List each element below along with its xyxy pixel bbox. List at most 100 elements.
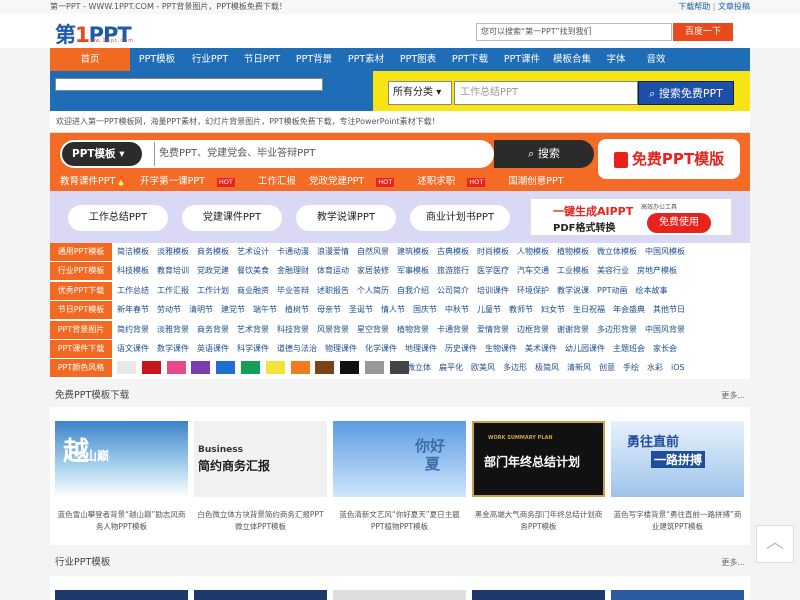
ai-ppt-promo[interactable]: 一键生成AIPPT PDF格式转换 高效办公工具 免费使用: [530, 198, 732, 236]
tag-link[interactable]: 科技模板: [117, 266, 149, 275]
tag-link[interactable]: 教育培训: [157, 266, 189, 275]
tag-link[interactable]: 环境保护: [517, 286, 549, 295]
baidu-search-button[interactable]: 百度一下: [673, 23, 733, 41]
hot-tag[interactable]: 开学第一课PPT HOT: [140, 176, 245, 187]
nav-item[interactable]: PPT下载: [444, 48, 496, 71]
more-link[interactable]: 更多...: [721, 387, 745, 405]
tag-link[interactable]: 植树节: [285, 305, 309, 314]
tag-link[interactable]: 古典模板: [437, 247, 469, 256]
template-thumbnail[interactable]: [472, 590, 605, 600]
tag-link[interactable]: 医学医疗: [477, 266, 509, 275]
tag-link[interactable]: 植物背景: [397, 325, 429, 334]
tag-row-label[interactable]: 通用PPT模板: [50, 243, 112, 261]
download-help-link[interactable]: 下载帮助: [678, 2, 710, 11]
tag-link[interactable]: 个人简历: [357, 286, 389, 295]
tag-link[interactable]: 美术课件: [525, 344, 557, 353]
hot-tag[interactable]: 教育课件PPT🔥: [60, 176, 127, 187]
banner-search-button[interactable]: ⌕ 搜索: [494, 140, 594, 168]
tag-link[interactable]: 数学课件: [157, 344, 189, 353]
tag-row-label[interactable]: PPT背景图片: [50, 320, 112, 339]
color-swatch[interactable]: [141, 361, 161, 375]
tag-link[interactable]: 家长会: [653, 344, 677, 353]
tag-link[interactable]: 工作汇报: [157, 286, 189, 295]
tag-link[interactable]: 星空背景: [357, 325, 389, 334]
keyword-input[interactable]: 工作总结PPT: [454, 81, 638, 105]
tag-link[interactable]: 浪漫爱情: [317, 247, 349, 256]
nav-item[interactable]: PPT图表: [392, 48, 444, 71]
category-button[interactable]: 工作总结PPT: [68, 205, 168, 231]
tag-link[interactable]: 卡通动漫: [277, 247, 309, 256]
tag-link[interactable]: 谢谢背景: [557, 325, 589, 334]
hot-tag[interactable]: 党政党建PPT HOT: [309, 176, 404, 187]
tag-row-label[interactable]: 优秀PPT下载: [50, 281, 112, 300]
tag-link[interactable]: 极简风: [535, 363, 559, 372]
tag-link[interactable]: 爱情背景: [477, 325, 509, 334]
quick-search-input[interactable]: [55, 78, 323, 91]
template-thumbnail[interactable]: [55, 590, 188, 600]
tag-link[interactable]: 建党节: [221, 305, 245, 314]
hot-tag[interactable]: 工作汇报: [258, 176, 296, 187]
tag-link[interactable]: 语文课件: [117, 344, 149, 353]
banner-type-select[interactable]: PPT模板 ▾: [62, 142, 142, 166]
tag-link[interactable]: 商务背景: [197, 325, 229, 334]
tag-link[interactable]: 中国风模板: [645, 247, 685, 256]
tag-link[interactable]: 科技背景: [277, 325, 309, 334]
color-swatch[interactable]: [166, 361, 186, 375]
back-to-top-button[interactable]: ︿: [756, 525, 794, 563]
tag-link[interactable]: 清明节: [189, 305, 213, 314]
tag-link[interactable]: 生物课件: [485, 344, 517, 353]
more-link[interactable]: 更多...: [721, 554, 745, 572]
free-use-button[interactable]: 免费使用: [647, 213, 711, 233]
tag-link[interactable]: 端午节: [253, 305, 277, 314]
tag-link[interactable]: 植物模板: [557, 247, 589, 256]
template-thumbnail[interactable]: [333, 590, 466, 600]
tag-link[interactable]: 人物模板: [517, 247, 549, 256]
color-swatch[interactable]: [117, 361, 136, 375]
color-swatch[interactable]: [340, 361, 360, 375]
color-swatch[interactable]: [290, 361, 310, 375]
nav-item[interactable]: PPT课件: [496, 48, 548, 71]
color-swatch[interactable]: [216, 361, 236, 375]
template-thumbnail[interactable]: [194, 590, 327, 600]
hot-tag[interactable]: 述职求职 HOT: [417, 176, 495, 187]
tag-link[interactable]: 艺术设计: [237, 247, 269, 256]
tag-link[interactable]: 儿童节: [477, 305, 501, 314]
tag-link[interactable]: 微立体模板: [597, 247, 637, 256]
tag-link[interactable]: 道德与法治: [277, 344, 317, 353]
tag-link[interactable]: 水彩: [647, 363, 663, 372]
tag-link[interactable]: 生日祝福: [573, 305, 605, 314]
tag-link[interactable]: 工作总结: [117, 286, 149, 295]
tag-link[interactable]: 党政党建: [197, 266, 229, 275]
tag-link[interactable]: 风景背景: [317, 325, 349, 334]
tag-link[interactable]: 欧美风: [471, 363, 495, 372]
tag-link[interactable]: 母亲节: [317, 305, 341, 314]
tag-link[interactable]: 清新风: [567, 363, 591, 372]
tag-link[interactable]: 卡通背景: [437, 325, 469, 334]
tag-link[interactable]: 淡雅背景: [157, 325, 189, 334]
site-logo[interactable]: 第1PPT www.1ppt.com: [55, 19, 157, 47]
free-search-button[interactable]: ⌕ 搜索免费PPT: [638, 81, 734, 105]
color-swatch[interactable]: [265, 361, 285, 375]
tag-link[interactable]: 汽车交通: [517, 266, 549, 275]
nav-item-home[interactable]: 首页: [50, 48, 130, 71]
tag-link[interactable]: 创意: [599, 363, 615, 372]
nav-item[interactable]: 音效: [636, 48, 676, 71]
hot-tag[interactable]: 国潮创意PPT: [508, 176, 563, 187]
tag-link[interactable]: 化学课件: [365, 344, 397, 353]
submit-article-link[interactable]: 文章投稿: [718, 2, 750, 11]
nav-item[interactable]: 字体: [596, 48, 636, 71]
tag-link[interactable]: 中秋节: [445, 305, 469, 314]
free-ppt-button[interactable]: 免费PPT模版: [598, 139, 740, 179]
tag-link[interactable]: 中国风背景: [645, 325, 685, 334]
tag-link[interactable]: 淡雅模板: [157, 247, 189, 256]
nav-item[interactable]: 节日PPT: [236, 48, 288, 71]
template-card[interactable]: WORK SUMMARY PLAN 部门年终总结计划 黑金高端大气商务部门年终总…: [472, 421, 605, 539]
tag-link[interactable]: 自我介绍: [397, 286, 429, 295]
tag-link[interactable]: 地理课件: [405, 344, 437, 353]
template-card[interactable]: 越 山巅 蓝色雪山攀登者背景“越山巅”励志风商务人物PPT模板: [55, 421, 188, 539]
tag-link[interactable]: 简洁模板: [117, 247, 149, 256]
tag-link[interactable]: 手绘: [623, 363, 639, 372]
tag-link[interactable]: 自然风景: [357, 247, 389, 256]
tag-link[interactable]: 微立体: [407, 363, 431, 372]
tag-link[interactable]: 述职报告: [317, 286, 349, 295]
